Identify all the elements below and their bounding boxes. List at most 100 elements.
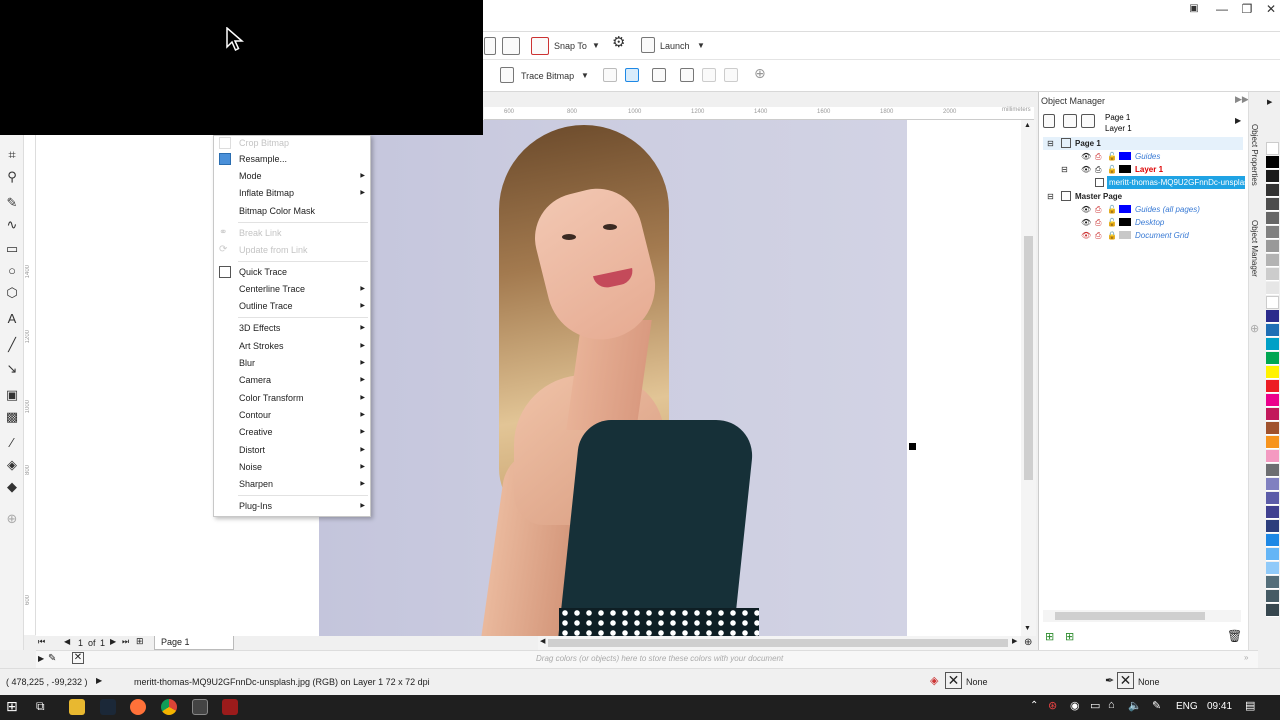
eyedropper-tool-icon[interactable]: ⁄ [4, 435, 20, 451]
gear-icon[interactable]: ⚙ [612, 35, 625, 50]
menu-item-resample[interactable]: Resample... [239, 153, 287, 165]
menu-item-bitmap-color-mask[interactable]: Bitmap Color Mask [239, 205, 315, 217]
tree-row-desktop[interactable]: 👁 ⎙ 🔓 Desktop [1043, 216, 1243, 229]
lock-icon[interactable]: 🔓 [1107, 163, 1117, 176]
freehand-tool-icon[interactable]: ✎ [4, 195, 20, 211]
status-expand-icon[interactable]: ▶ [96, 676, 102, 685]
wrap-text-icon[interactable] [680, 68, 694, 82]
notifications-icon[interactable]: ▤ [1245, 699, 1255, 712]
color-swatch[interactable] [1266, 604, 1279, 617]
maximize-button[interactable]: ❐ [1235, 0, 1259, 18]
tree-row-master-page[interactable]: ⊟ Master Page [1043, 190, 1243, 203]
menu-item-art-strokes[interactable]: Art Strokes [239, 340, 284, 352]
scroll-up-icon[interactable]: ▲ [1024, 122, 1031, 129]
color-swatch[interactable] [1266, 338, 1279, 351]
print-icon[interactable]: ⎙ [1095, 229, 1101, 242]
add-docker-icon[interactable]: ⊕ [1250, 322, 1259, 335]
delete-icon[interactable]: 🗑 [1227, 629, 1242, 643]
palette-menu-icon[interactable]: ▶ [38, 654, 44, 663]
menu-item-blur[interactable]: Blur [239, 357, 255, 369]
scroll-down-icon[interactable]: ▼ [1024, 625, 1031, 632]
tray-app-icon[interactable]: ⊛ [1048, 699, 1057, 712]
trace-bitmap-icon[interactable] [500, 67, 514, 83]
color-swatch[interactable] [1266, 324, 1279, 337]
lock-icon[interactable]: 🔓 [1107, 216, 1117, 229]
close-button[interactable]: ✕ [1259, 0, 1280, 18]
eye-icon[interactable]: 👁 [1081, 150, 1091, 163]
coreldraw-icon[interactable] [222, 699, 238, 715]
color-swatch[interactable] [1266, 576, 1279, 589]
menu-item-plug-ins[interactable]: Plug-Ins [239, 500, 272, 512]
color-swatch[interactable] [1266, 506, 1279, 519]
color-swatch[interactable] [1266, 590, 1279, 603]
color-swatch[interactable] [1266, 408, 1279, 421]
launch-dropdown[interactable]: Launch [660, 40, 690, 52]
smart-fill-tool-icon[interactable]: ◆ [4, 479, 20, 495]
eyedropper-icon[interactable]: ✎ [48, 653, 56, 664]
color-swatch[interactable] [1266, 464, 1279, 477]
color-swatch[interactable] [1266, 268, 1279, 281]
tray-steam-icon[interactable]: ◉ [1070, 699, 1080, 712]
shadow-tool-icon[interactable]: ▣ [4, 387, 20, 403]
menu-item-color-transform[interactable]: Color Transform [239, 392, 304, 404]
menu-flyout-icon[interactable]: ▶ [1235, 116, 1241, 125]
clock[interactable]: 09:41 [1207, 701, 1232, 712]
scroll-left-icon[interactable]: ◀ [540, 637, 545, 645]
arrange-icon[interactable] [702, 68, 716, 82]
menu-item-quick-trace[interactable]: Quick Trace [239, 266, 287, 278]
menu-item-contour[interactable]: Contour [239, 409, 271, 421]
color-swatch[interactable] [1266, 212, 1279, 225]
palette-scroll-icon[interactable]: » [1244, 653, 1248, 662]
color-swatch[interactable] [1266, 282, 1279, 295]
steam-icon[interactable] [100, 699, 116, 715]
outline-pen-icon[interactable]: ✒ [1105, 674, 1114, 687]
scroll-right-icon[interactable]: ▶ [1012, 637, 1017, 645]
connector-tool-icon[interactable]: ↘ [4, 361, 20, 377]
object-manager-hscroll[interactable] [1043, 610, 1241, 622]
tree-row-bitmap-object[interactable]: meritt-thomas-MQ9U2GFnnDc-unsplash [1043, 176, 1245, 189]
collapse-icon[interactable]: ⊟ [1047, 190, 1054, 203]
color-swatch[interactable] [1266, 422, 1279, 435]
print-icon[interactable]: ⎙ [1095, 216, 1101, 229]
color-swatch[interactable] [1266, 492, 1279, 505]
account-icon[interactable]: ▣ [1182, 0, 1206, 18]
task-view-icon[interactable]: ⧉ [36, 699, 45, 714]
chevron-down-icon[interactable]: ▼ [592, 41, 600, 50]
view-options-icon[interactable] [1043, 114, 1055, 128]
color-swatch[interactable] [1266, 380, 1279, 393]
eye-icon[interactable]: 👁 [1081, 163, 1091, 176]
zoom-icon[interactable]: ⊕ [1024, 637, 1032, 648]
line-tool-icon[interactable]: ╱ [4, 337, 20, 353]
snap-to-dropdown[interactable]: Snap To [554, 40, 587, 52]
rectangle-tool-icon[interactable]: ▭ [4, 241, 20, 257]
tree-row-document-grid[interactable]: 👁 ⎙ 🔒 Document Grid [1043, 229, 1243, 242]
rulers-icon[interactable] [502, 37, 520, 55]
menu-item-3d-effects[interactable]: 3D Effects [239, 322, 280, 334]
page-tab[interactable]: Page 1 [154, 636, 234, 650]
ellipse-tool-icon[interactable]: ○ [4, 263, 20, 279]
next-page-icon[interactable]: ▶ [110, 637, 116, 646]
color-swatch[interactable] [1266, 156, 1279, 169]
trace-bitmap-button[interactable]: Trace Bitmap [521, 70, 574, 82]
color-swatch[interactable] [1266, 310, 1279, 323]
bezier-tool-icon[interactable]: ∿ [4, 217, 20, 233]
launch-icon[interactable] [641, 37, 655, 53]
bitmap-photo[interactable] [319, 120, 907, 636]
new-master-layer-icon[interactable]: ⊞ [1065, 630, 1074, 643]
color-swatch[interactable] [1266, 226, 1279, 239]
lock-icon[interactable]: 🔒 [1107, 229, 1117, 242]
crop-icon[interactable] [603, 68, 617, 82]
color-swatch[interactable] [1266, 450, 1279, 463]
collapse-icon[interactable]: ⊟ [1061, 163, 1068, 176]
collapse-icon[interactable]: ⊟ [1047, 137, 1054, 150]
file-explorer-icon[interactable] [69, 699, 85, 715]
horizontal-scroll-thumb[interactable] [548, 639, 1008, 647]
color-swatch[interactable] [1266, 520, 1279, 533]
zoom-tool-icon[interactable]: ⚲ [4, 169, 20, 185]
new-layer-icon[interactable]: ⊞ [1045, 630, 1054, 643]
no-color-swatch[interactable]: ✕ [72, 652, 84, 664]
combine-icon[interactable] [724, 68, 738, 82]
color-swatch[interactable] [1266, 254, 1279, 267]
polygon-tool-icon[interactable]: ⬡ [4, 285, 20, 301]
color-swatch[interactable] [1266, 296, 1279, 309]
